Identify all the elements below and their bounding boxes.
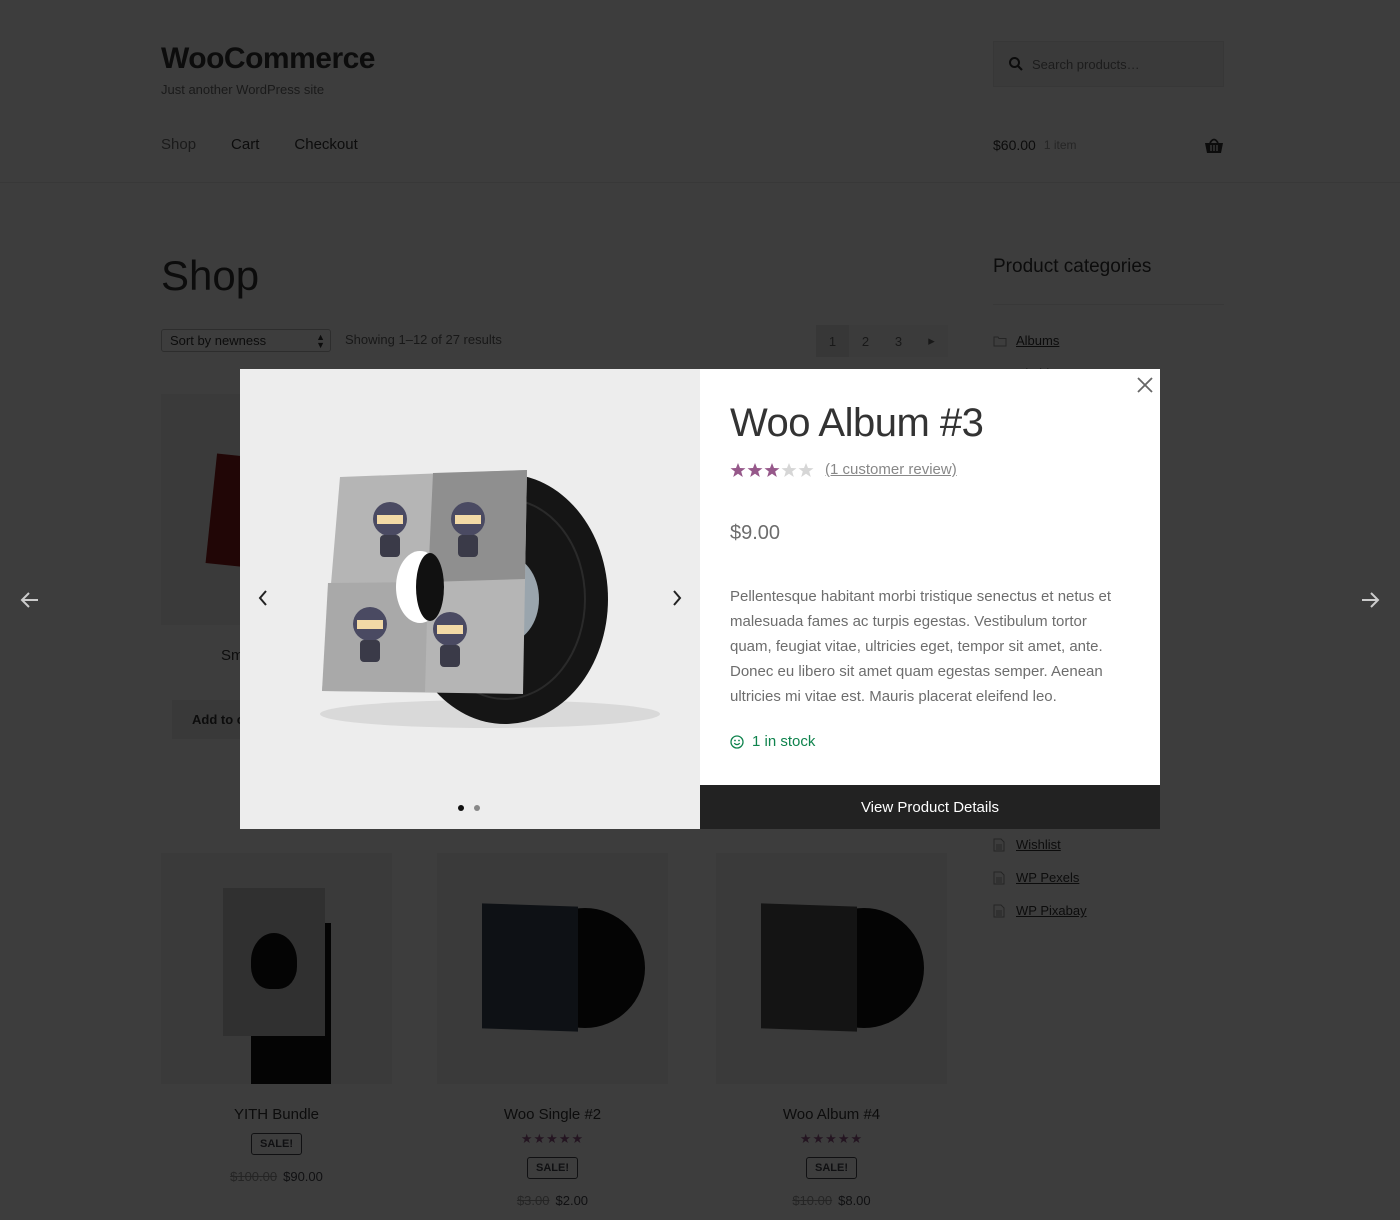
star-filled-icon <box>730 462 746 477</box>
star-filled-icon <box>764 462 780 477</box>
gallery-prev-button[interactable] <box>246 581 280 615</box>
product-summary: Woo Album #3 (1 customer review) $9.00 P… <box>700 369 1160 829</box>
product-price: $9.00 <box>730 522 781 544</box>
product-gallery <box>240 369 700 829</box>
gallery-pagination <box>458 805 480 811</box>
customer-review-link[interactable]: (1 customer review) <box>825 461 957 478</box>
quick-view-modal: Woo Album #3 (1 customer review) $9.00 P… <box>240 369 1160 829</box>
view-product-details-button[interactable]: View Product Details <box>700 785 1160 829</box>
stock-text: 1 in stock <box>752 733 816 750</box>
close-icon[interactable] <box>1135 375 1155 395</box>
next-product-arrow-icon[interactable] <box>1358 588 1382 612</box>
product-description: Pellentesque habitant morbi tristique se… <box>730 588 1112 705</box>
product-title: Woo Album #3 <box>730 401 984 445</box>
smiley-icon <box>730 734 744 749</box>
star-filled-icon <box>747 462 763 477</box>
stock-status: 1 in stock <box>730 733 815 750</box>
previous-product-arrow-icon[interactable] <box>18 588 42 612</box>
gallery-next-button[interactable] <box>660 581 694 615</box>
star-rating <box>730 462 815 478</box>
product-image-woo-album-3 <box>320 470 660 728</box>
gallery-dot-1[interactable] <box>458 805 464 811</box>
album-sleeve <box>322 470 527 694</box>
chevron-right-icon <box>673 590 682 606</box>
chevron-left-icon <box>258 590 267 606</box>
star-empty-icon <box>781 462 797 477</box>
product-rating: (1 customer review) <box>730 461 957 478</box>
gallery-dot-2[interactable] <box>474 805 480 811</box>
star-empty-icon <box>798 462 814 477</box>
